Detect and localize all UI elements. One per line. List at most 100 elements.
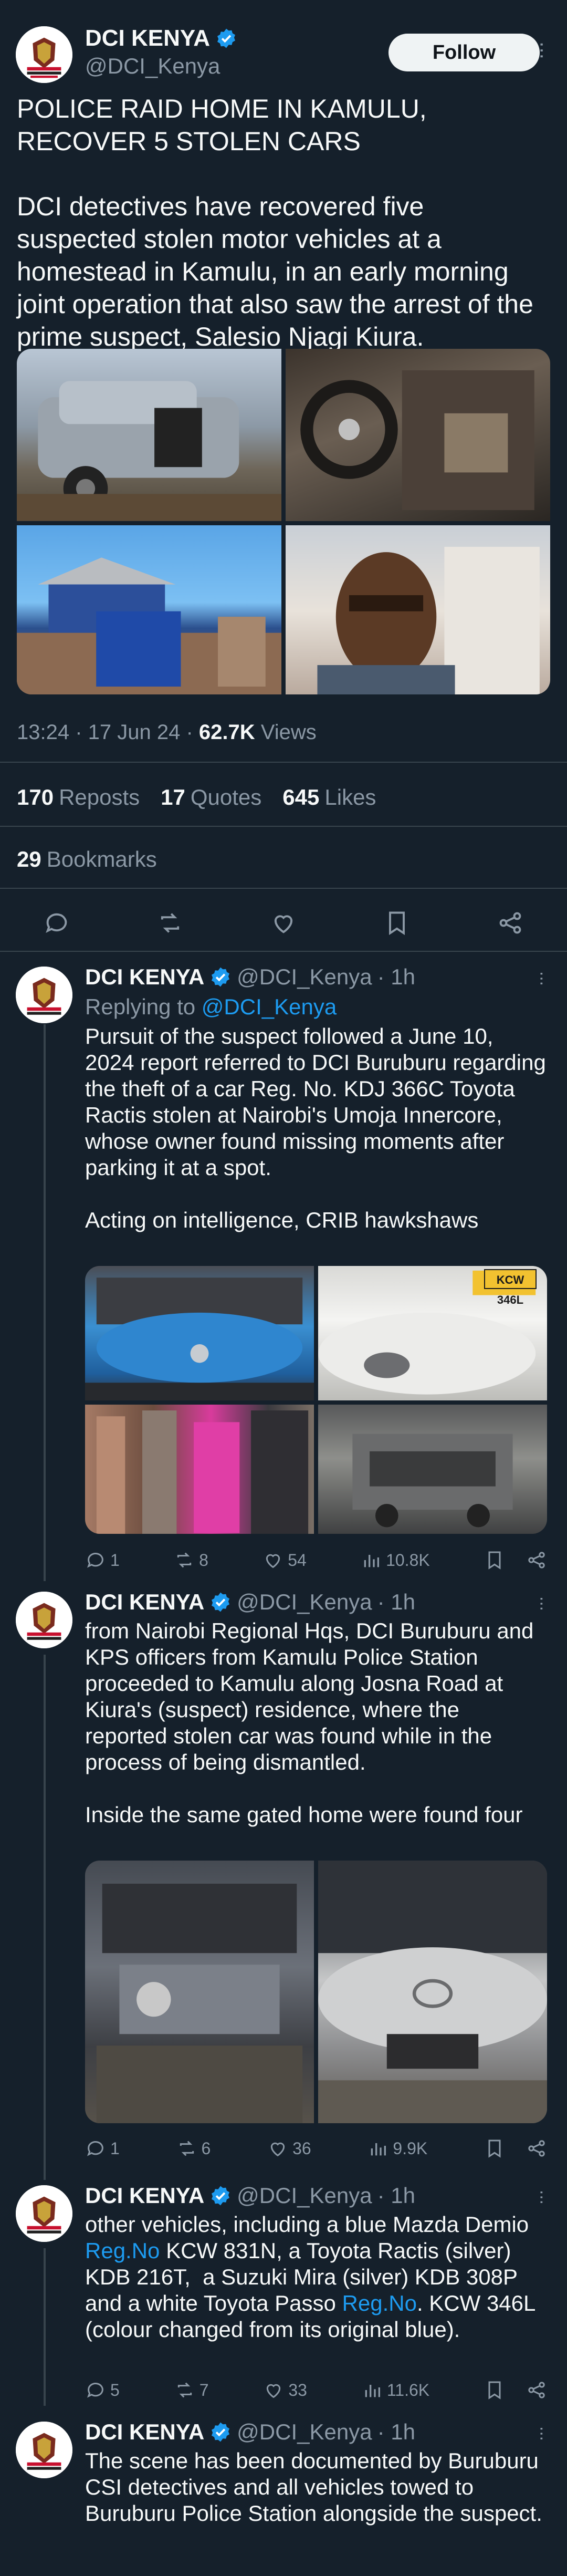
tweet-meta: 13:24 · 17 Jun 24 · 62.7K Views xyxy=(17,721,317,744)
dci-avatar[interactable] xyxy=(16,2422,72,2478)
likes-stat[interactable]: 645 Likes xyxy=(282,785,376,810)
like-count: 33 xyxy=(288,2380,307,2400)
bookmarks-count: 29 xyxy=(17,847,41,871)
repost-count: 8 xyxy=(199,1550,208,1570)
photo-grid xyxy=(17,349,550,694)
thread-line xyxy=(44,1655,46,2180)
bookmark-icon[interactable] xyxy=(484,2138,505,2159)
text-segment: other vehicles, including a blue Mazda D… xyxy=(85,2212,535,2237)
handle[interactable]: @DCI_Kenya xyxy=(237,964,372,990)
like-action[interactable]: 36 xyxy=(267,2138,311,2159)
follow-button[interactable]: Follow xyxy=(388,34,540,71)
dci-avatar[interactable] xyxy=(16,1592,72,1648)
tweet-time[interactable]: 13:24 · 17 Jun 24 · xyxy=(17,721,199,744)
reg-no-link[interactable]: Reg.No xyxy=(342,2291,417,2315)
reply-action-bar: 1 6 36 9.9K xyxy=(85,2133,547,2164)
reply-header: DCI KENYA @DCI_Kenya · 1h xyxy=(85,1590,415,1615)
car-parts-photo[interactable] xyxy=(85,1404,314,1534)
display-name[interactable]: DCI KENYA xyxy=(85,964,204,990)
like-icon xyxy=(267,2384,281,2398)
views-action[interactable]: 10.8K xyxy=(361,1550,430,1571)
dci-avatar[interactable] xyxy=(16,2185,72,2242)
reposts-label: Reposts xyxy=(59,785,140,809)
dci-avatar[interactable] xyxy=(16,26,72,83)
verified-badge-icon xyxy=(217,28,235,48)
views-action[interactable]: 11.6K xyxy=(362,2380,429,2401)
likes-label: Likes xyxy=(324,785,376,809)
display-name[interactable]: DCI KENYA xyxy=(85,2419,204,2445)
reply-count: 1 xyxy=(110,1550,120,1570)
suspect-selfie-photo[interactable] xyxy=(286,525,550,694)
reply-photo-grid xyxy=(85,1861,547,2123)
bookmarks-stat[interactable]: 29 Bookmarks xyxy=(17,847,157,872)
display-name[interactable]: DCI KENYA xyxy=(85,2183,204,2208)
reply-header: DCI KENYA @DCI_Kenya · 1h xyxy=(85,2419,415,2445)
reply-time[interactable]: · 1h xyxy=(377,2419,415,2445)
blue-mazda-photo[interactable] xyxy=(85,1266,314,1400)
reply-icon[interactable] xyxy=(43,909,70,937)
quotes-label: Quotes xyxy=(190,785,262,809)
reposts-stat[interactable]: 170 Reposts xyxy=(17,785,140,810)
damaged-silver-car-photo[interactable] xyxy=(17,349,281,521)
reg-no-link[interactable]: Reg.No xyxy=(85,2238,160,2263)
more-options-icon[interactable]: ··· xyxy=(531,41,554,59)
engine-bay-photo[interactable] xyxy=(318,1404,547,1534)
display-name[interactable]: DCI KENYA xyxy=(85,1590,204,1615)
stripped-interior-photo[interactable] xyxy=(286,349,550,521)
likes-count: 645 xyxy=(282,785,320,809)
share-icon[interactable] xyxy=(497,909,524,937)
more-options-icon[interactable]: ··· xyxy=(532,2426,552,2440)
like-icon[interactable] xyxy=(270,909,297,937)
quotes-stat[interactable]: 17 Quotes xyxy=(161,785,261,810)
repost-action[interactable]: 7 xyxy=(174,2380,208,2401)
reply-action[interactable]: 1 xyxy=(85,2138,120,2159)
dismantled-car-photo[interactable] xyxy=(85,1861,314,2123)
reply-icon xyxy=(87,2383,103,2398)
reply-tweet: DCI KENYA @DCI_Kenya · 1h ··· other vehi… xyxy=(0,2183,567,2416)
replying-to-link[interactable]: @DCI_Kenya xyxy=(202,994,337,1019)
dci-avatar[interactable] xyxy=(16,967,72,1023)
reply-time[interactable]: · 1h xyxy=(377,1590,415,1615)
reply-count: 1 xyxy=(110,2138,120,2158)
reply-time[interactable]: · 1h xyxy=(377,964,415,990)
more-options-icon[interactable]: ··· xyxy=(532,971,552,985)
reply-action[interactable]: 1 xyxy=(85,1550,120,1571)
view-count: 11.6K xyxy=(386,2380,430,2400)
repost-icon[interactable] xyxy=(156,909,184,937)
silver-car-front-photo[interactable] xyxy=(318,1861,547,2123)
number-plate: KCW 346L xyxy=(484,1269,537,1306)
reply-action[interactable]: 5 xyxy=(85,2380,120,2401)
view-count: 10.8K xyxy=(386,1550,430,1570)
dci-badge-logo-icon xyxy=(16,967,72,1023)
blue-gated-house-photo[interactable] xyxy=(17,525,281,694)
share-icon[interactable] xyxy=(526,1550,547,1571)
main-action-bar xyxy=(0,899,567,947)
bookmark-icon[interactable] xyxy=(383,909,411,937)
more-options-icon[interactable]: ··· xyxy=(532,1596,552,1611)
display-name[interactable]: DCI KENYA xyxy=(85,25,210,51)
reply-photo-grid: KCW 346L xyxy=(85,1266,547,1534)
like-action[interactable]: 54 xyxy=(262,1550,307,1571)
reply-text: from Nairobi Regional Hqs, DCI Buruburu … xyxy=(85,1618,534,1827)
quotes-count: 17 xyxy=(161,785,185,809)
divider xyxy=(0,888,567,889)
reply-time[interactable]: · 1h xyxy=(377,2183,415,2208)
handle[interactable]: @DCI_Kenya xyxy=(237,1590,372,1615)
repost-icon xyxy=(177,1552,192,1568)
repost-action[interactable]: 8 xyxy=(174,1550,208,1571)
like-icon xyxy=(270,2142,285,2157)
dci-badge-logo-icon xyxy=(16,26,72,83)
like-action[interactable]: 33 xyxy=(263,2380,307,2401)
share-icon[interactable] xyxy=(526,2380,547,2401)
reply-text: The scene has been documented by Burubur… xyxy=(85,2448,545,2526)
repost-action[interactable]: 6 xyxy=(176,2138,211,2159)
share-icon[interactable] xyxy=(526,2138,547,2159)
white-passo-photo[interactable]: KCW 346L xyxy=(318,1266,547,1400)
handle[interactable]: @DCI_Kenya xyxy=(237,2183,372,2208)
handle[interactable]: @DCI_Kenya xyxy=(85,54,220,79)
views-action[interactable]: 9.9K xyxy=(368,2138,427,2159)
bookmark-icon[interactable] xyxy=(484,2380,505,2401)
more-options-icon[interactable]: ··· xyxy=(532,2189,552,2204)
handle[interactable]: @DCI_Kenya xyxy=(237,2419,372,2445)
bookmark-icon[interactable] xyxy=(484,1550,505,1571)
